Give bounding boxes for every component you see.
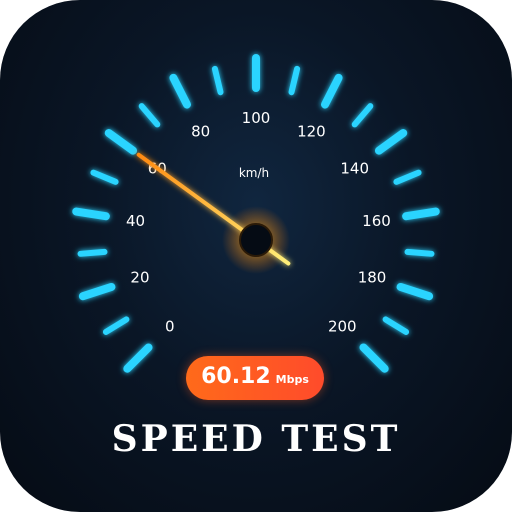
gauge-minor-tick <box>404 248 435 257</box>
gauge-tick-label: 140 <box>340 159 369 177</box>
gauge-minor-tick <box>90 169 119 185</box>
gauge-major-tick <box>123 343 153 373</box>
speed-result-badge: 60.12 Mbps <box>186 356 324 400</box>
gauge-major-tick <box>72 207 110 221</box>
gauge-tick-label: 40 <box>126 212 145 230</box>
gauge-major-tick <box>359 343 389 373</box>
gauge-minor-tick <box>288 65 301 96</box>
gauge-minor-tick <box>77 248 108 257</box>
gauge-tick-label: 180 <box>358 269 387 287</box>
gauge-major-tick <box>169 73 191 109</box>
gauge-minor-tick <box>138 103 161 128</box>
gauge-minor-tick <box>351 103 374 128</box>
app-title: SPEED TEST <box>111 418 401 460</box>
gauge-major-tick <box>374 129 408 155</box>
gauge-tick-label: 80 <box>191 122 210 140</box>
gauge-tick-label: 200 <box>328 317 357 335</box>
needle-hub <box>239 223 273 257</box>
gauge-minor-tick <box>102 316 130 335</box>
gauge-tick-label: 20 <box>130 269 149 287</box>
gauge-tick-label: 0 <box>165 317 175 335</box>
gauge-minor-tick <box>393 169 422 185</box>
gauge-major-tick <box>104 129 138 155</box>
gauge-tick-label: 120 <box>297 122 326 140</box>
gauge-tick-label: 160 <box>362 212 391 230</box>
gauge-minor-tick <box>382 316 410 335</box>
speed-unit: Mbps <box>275 373 309 386</box>
gauge-unit-label: km/h <box>239 166 269 180</box>
gauge-major-tick <box>78 282 116 301</box>
speed-test-app-icon: 020406080100120140160180200 km/h 60.12 M… <box>0 0 512 512</box>
gauge-major-tick <box>321 73 343 109</box>
speed-value: 60.12 <box>201 364 271 389</box>
gauge-tick-label: 100 <box>242 109 271 127</box>
gauge-major-tick <box>396 282 434 301</box>
gauge-major-tick <box>402 207 440 221</box>
gauge-minor-tick <box>211 65 224 96</box>
